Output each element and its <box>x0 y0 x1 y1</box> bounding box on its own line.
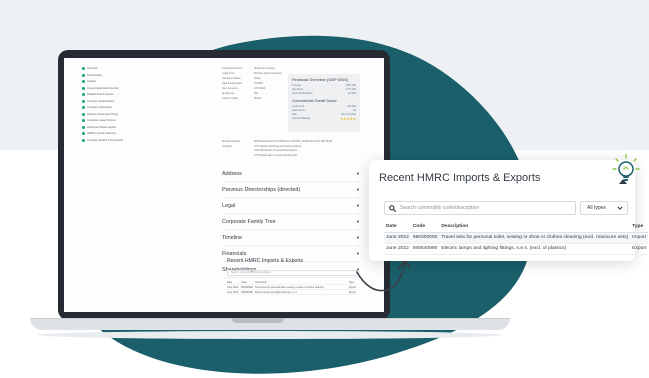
type-filter-select[interactable]: All types <box>580 201 628 215</box>
column-header-type: Type <box>630 221 649 233</box>
search-icon <box>389 204 396 212</box>
card-title: Recent HMRC Imports & Exports <box>379 172 541 184</box>
cell-description: Electric lamps and lighting fittings, n.… <box>439 243 631 255</box>
column-header-date: Date <box>384 221 411 233</box>
cell-date: June 2022 <box>384 243 411 255</box>
column-header-description: Description <box>439 221 631 233</box>
table-header-row: Date Code Description Type <box>384 221 649 233</box>
imports-exports-table: Date Code Description Type June 2022 960… <box>384 221 649 255</box>
type-filter-value: All types <box>587 205 606 211</box>
recent-imports-card: Recent HMRC Imports & Exports Search com… <box>369 160 649 261</box>
column-header-code: Code <box>410 221 440 233</box>
lightbulb-icon <box>612 154 640 181</box>
table-row: June 2022 940540990 Electric lamps and l… <box>384 243 649 255</box>
table-row: June 2022 960300000 Travel sets for pers… <box>384 232 649 244</box>
chevron-down-icon <box>617 206 623 210</box>
cell-type: Export <box>630 243 649 255</box>
cell-type: Import <box>630 232 649 244</box>
commodity-search-input[interactable]: Search commodity code/description <box>384 201 576 215</box>
search-placeholder: Search commodity code/description <box>400 205 480 211</box>
marketing-hero: Overview Directorships Insights Group Re… <box>0 0 649 378</box>
cell-date: June 2022 <box>384 232 411 244</box>
cell-code: 940540990 <box>410 243 440 255</box>
cell-code: 960300000 <box>410 232 440 244</box>
cell-description: Travel sets for personal toilet, sewing … <box>439 232 631 244</box>
